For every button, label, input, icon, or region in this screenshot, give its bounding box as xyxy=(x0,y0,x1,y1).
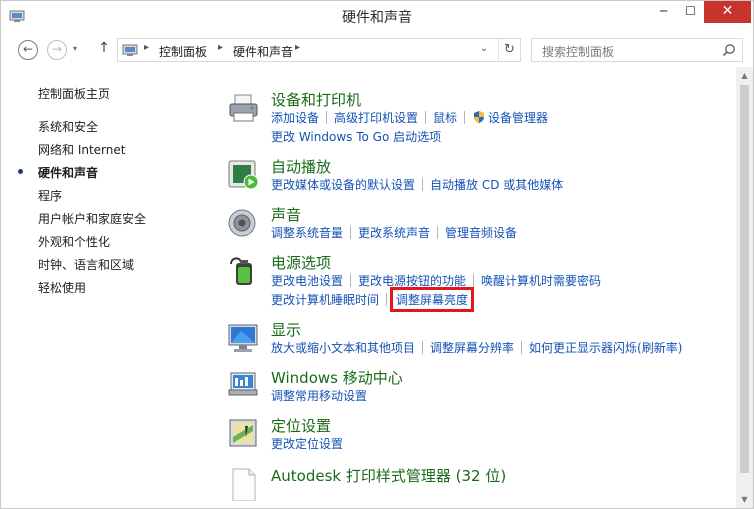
change-battery-settings-link[interactable]: 更改电池设置 xyxy=(271,272,343,289)
display-title[interactable]: 显示 xyxy=(271,319,301,340)
maximize-button[interactable]: ☐ xyxy=(677,1,704,23)
power-options-title[interactable]: 电源选项 xyxy=(271,252,331,273)
device-manager-link[interactable]: 设备管理器 xyxy=(488,109,548,126)
title-bar: 硬件和声音 ─ ☐ ✕ xyxy=(1,1,753,31)
refresh-button[interactable]: ↻ xyxy=(498,39,520,61)
breadcrumb-hardware-sound[interactable]: 硬件和声音 xyxy=(233,43,293,60)
breadcrumb-separator-icon[interactable]: ▸ xyxy=(144,42,149,53)
change-media-defaults-link[interactable]: 更改媒体或设备的默认设置 xyxy=(271,176,415,193)
link-divider xyxy=(326,111,328,124)
navigation-bar: ← → ▾ ↑ ▸ 控制面板 ▸ 硬件和声音 ▸ ⌄ ↻ 搜索控制面板 xyxy=(1,31,753,67)
sound-title[interactable]: 声音 xyxy=(271,204,301,225)
search-input[interactable]: 搜索控制面板 xyxy=(542,43,614,60)
control-panel-icon xyxy=(122,44,138,56)
printer-icon[interactable] xyxy=(227,91,261,125)
back-button[interactable]: ← xyxy=(18,40,38,60)
power-links-row-2: 更改计算机睡眠时间 调整屏幕亮度 xyxy=(271,287,475,312)
devices-links-row-2: 更改 Windows To Go 启动选项 xyxy=(271,128,441,146)
breadcrumb-separator-icon[interactable]: ▸ xyxy=(295,42,300,53)
link-divider xyxy=(422,178,424,191)
change-sleep-time-link[interactable]: 更改计算机睡眠时间 xyxy=(271,291,379,308)
sidebar-item-appearance[interactable]: 外观和个性化 xyxy=(38,233,110,250)
display-links-row: 放大或缩小文本和其他项目 调整屏幕分辨率 如何更正显示器闪烁(刷新率) xyxy=(271,339,682,357)
active-item-bullet xyxy=(18,169,23,174)
sound-links-row: 调整系统音量 更改系统声音 管理音频设备 xyxy=(271,224,517,242)
forward-button[interactable]: → xyxy=(47,40,67,60)
scroll-up-icon[interactable]: ▲ xyxy=(736,67,753,84)
up-button[interactable]: ↑ xyxy=(96,40,112,60)
autoplay-icon[interactable] xyxy=(227,158,261,192)
scroll-down-icon[interactable]: ▼ xyxy=(736,491,753,508)
recent-pages-chevron-icon[interactable]: ▾ xyxy=(73,44,77,53)
adjust-mobility-settings-link[interactable]: 调整常用移动设置 xyxy=(271,387,367,404)
sidebar-item-programs[interactable]: 程序 xyxy=(38,187,62,204)
shield-icon xyxy=(474,111,485,123)
mouse-link[interactable]: 鼠标 xyxy=(433,109,457,126)
scrollbar-thumb[interactable] xyxy=(740,85,749,473)
add-device-link[interactable]: 添加设备 xyxy=(271,109,319,126)
windows-to-go-link[interactable]: 更改 Windows To Go 启动选项 xyxy=(271,128,441,145)
devices-printers-title[interactable]: 设备和打印机 xyxy=(271,89,361,110)
search-icon[interactable] xyxy=(722,43,736,57)
location-title[interactable]: 定位设置 xyxy=(271,415,331,436)
vertical-scrollbar[interactable]: ▲ ▼ xyxy=(736,67,753,508)
category-list: 设备和打印机 添加设备 高级打印机设置 鼠标 设备管理器 更改 Windows To … xyxy=(211,67,743,502)
link-divider xyxy=(422,341,424,354)
sidebar-item-ease-of-access[interactable]: 轻松使用 xyxy=(38,279,86,296)
link-divider xyxy=(386,293,388,306)
location-icon[interactable] xyxy=(227,417,261,451)
breadcrumb-separator-icon[interactable]: ▸ xyxy=(218,42,223,53)
link-divider xyxy=(521,341,523,354)
window: 硬件和声音 ─ ☐ ✕ ← → ▾ ↑ ▸ 控制面板 ▸ 硬件和声音 ▸ ⌄ ↻… xyxy=(0,0,754,509)
power-links-row: 更改电池设置 更改电源按钮的功能 唤醒计算机时需要密码 xyxy=(271,272,601,290)
sidebar-item-user-accounts[interactable]: 用户帐户和家庭安全 xyxy=(38,210,146,227)
autoplay-title[interactable]: 自动播放 xyxy=(271,156,331,177)
adjust-volume-link[interactable]: 调整系统音量 xyxy=(271,224,343,241)
sidebar-item-network-internet[interactable]: 网络和 Internet xyxy=(38,141,125,158)
address-dropdown-icon[interactable]: ⌄ xyxy=(476,43,492,54)
sidebar: 控制面板主页 系统和安全 网络和 Internet 硬件和声音 程序 用户帐户和… xyxy=(1,67,211,487)
manage-audio-devices-link[interactable]: 管理音频设备 xyxy=(445,224,517,241)
link-divider xyxy=(350,274,352,287)
battery-icon[interactable] xyxy=(227,254,261,288)
speaker-icon[interactable] xyxy=(227,206,261,240)
link-divider xyxy=(350,226,352,239)
sidebar-item-hardware-sound[interactable]: 硬件和声音 xyxy=(38,164,98,181)
link-divider xyxy=(473,274,475,287)
search-box[interactable]: 搜索控制面板 xyxy=(531,38,743,62)
power-button-function-link[interactable]: 更改电源按钮的功能 xyxy=(358,272,466,289)
link-divider xyxy=(437,226,439,239)
text-size-link[interactable]: 放大或缩小文本和其他项目 xyxy=(271,339,415,356)
link-divider xyxy=(464,111,466,124)
mobility-center-icon[interactable] xyxy=(227,369,261,403)
refresh-rate-link[interactable]: 如何更正显示器闪烁(刷新率) xyxy=(529,339,682,356)
close-button[interactable]: ✕ xyxy=(704,1,751,23)
link-divider xyxy=(425,111,427,124)
sidebar-item-control-panel-home[interactable]: 控制面板主页 xyxy=(38,85,110,102)
change-location-settings-link[interactable]: 更改定位设置 xyxy=(271,435,343,452)
autodesk-plot-style-title[interactable]: Autodesk 打印样式管理器 (32 位) xyxy=(271,465,506,486)
mobility-center-title[interactable]: Windows 移动中心 xyxy=(271,367,403,388)
document-icon[interactable] xyxy=(227,467,261,501)
address-bar[interactable]: ▸ 控制面板 ▸ 硬件和声音 ▸ ⌄ ↻ xyxy=(117,38,521,62)
autoplay-links-row: 更改媒体或设备的默认设置 自动播放 CD 或其他媒体 xyxy=(271,176,563,194)
minimize-button[interactable]: ─ xyxy=(650,1,677,23)
sidebar-item-system-security[interactable]: 系统和安全 xyxy=(38,118,98,135)
window-title: 硬件和声音 xyxy=(342,10,412,26)
monitor-icon[interactable] xyxy=(227,321,261,355)
breadcrumb-control-panel[interactable]: 控制面板 xyxy=(159,43,207,60)
advanced-printer-setup-link[interactable]: 高级打印机设置 xyxy=(334,109,418,126)
devices-links-row: 添加设备 高级打印机设置 鼠标 设备管理器 xyxy=(271,109,548,127)
mobility-links-row: 调整常用移动设置 xyxy=(271,387,367,405)
autoplay-cd-link[interactable]: 自动播放 CD 或其他媒体 xyxy=(430,176,563,193)
screen-resolution-link[interactable]: 调整屏幕分辨率 xyxy=(430,339,514,356)
wake-password-link[interactable]: 唤醒计算机时需要密码 xyxy=(481,272,601,289)
change-system-sounds-link[interactable]: 更改系统声音 xyxy=(358,224,430,241)
location-links-row: 更改定位设置 xyxy=(271,435,343,453)
sidebar-item-clock-language[interactable]: 时钟、语言和区域 xyxy=(38,256,134,273)
adjust-screen-brightness-link[interactable]: 调整屏幕亮度 xyxy=(390,287,475,312)
